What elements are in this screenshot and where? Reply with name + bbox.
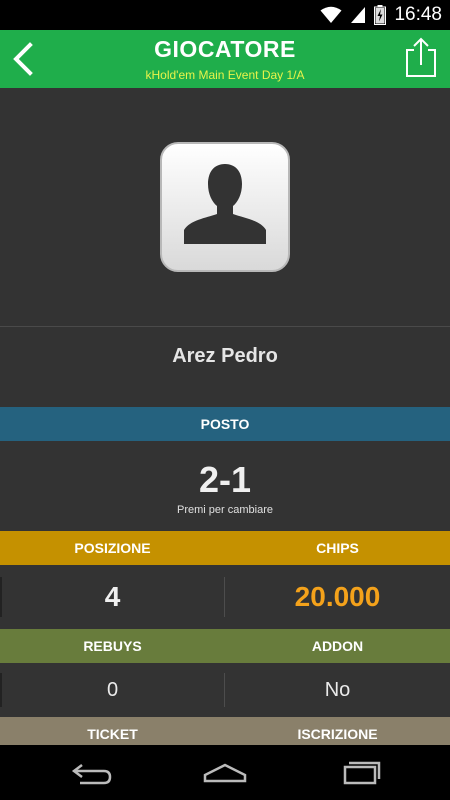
rebuys-addon-header: REBUYS ADDON	[0, 629, 450, 663]
home-icon	[203, 763, 247, 783]
rebuys-header-label: REBUYS	[83, 638, 142, 654]
position-chips-header: POSIZIONE CHIPS	[0, 531, 450, 565]
player-detail: Arez Pedro POSTO 2-1 Premi per cambiare …	[0, 88, 450, 745]
person-silhouette-icon	[184, 164, 266, 244]
addon-header-label: ADDON	[311, 638, 364, 654]
wifi-icon	[320, 6, 342, 23]
posto-header-label: POSTO	[200, 416, 250, 432]
player-name-area: Arez Pedro	[0, 326, 450, 406]
chips-header-label: CHIPS	[316, 540, 359, 556]
player-name: Arez Pedro	[172, 345, 278, 367]
avatar	[160, 142, 290, 272]
posto-header: POSTO	[0, 407, 450, 441]
nav-recents-button[interactable]	[337, 757, 381, 787]
ticket-header-label: TICKET	[87, 726, 138, 742]
nav-home-button[interactable]	[203, 757, 247, 787]
divider	[224, 673, 225, 707]
share-button[interactable]	[404, 36, 438, 78]
posto-seat-button[interactable]: 2-1 Premi per cambiare	[0, 441, 450, 531]
position-value: 4	[104, 581, 121, 612]
status-time: 16:48	[394, 4, 442, 25]
navigation-bar	[0, 745, 450, 800]
iscrizione-header-label: ISCRIZIONE	[297, 726, 378, 742]
status-bar: 16:48	[0, 0, 450, 30]
battery-icon	[374, 5, 387, 25]
app-bar: GIOCATORE kHold'em Main Event Day 1/A	[0, 30, 450, 88]
share-icon	[406, 37, 436, 77]
rebuys-value: 0	[106, 679, 119, 701]
nav-back-button[interactable]	[70, 757, 114, 787]
posto-hint: Premi per cambiare	[177, 504, 273, 516]
recents-icon	[343, 761, 381, 785]
back-arrow-icon	[71, 764, 112, 785]
addon-value: No	[324, 679, 351, 701]
posto-value: 2-1	[198, 459, 252, 500]
page-title: GIOCATORE	[154, 36, 296, 62]
position-header-label: POSIZIONE	[74, 540, 151, 556]
position-chips-row: 4 20.000	[0, 565, 450, 629]
row-edge	[0, 673, 2, 707]
signal-icon	[351, 7, 366, 23]
row-edge	[0, 577, 2, 617]
page-subtitle: kHold'em Main Event Day 1/A	[145, 68, 305, 82]
chips-value: 20.000	[294, 581, 381, 612]
status-icons: 16:48	[320, 4, 442, 26]
rebuys-addon-row: 0 No	[0, 663, 450, 717]
avatar-area	[0, 88, 450, 326]
ticket-iscrizione-header: TICKET ISCRIZIONE	[0, 717, 450, 745]
divider	[224, 577, 225, 617]
